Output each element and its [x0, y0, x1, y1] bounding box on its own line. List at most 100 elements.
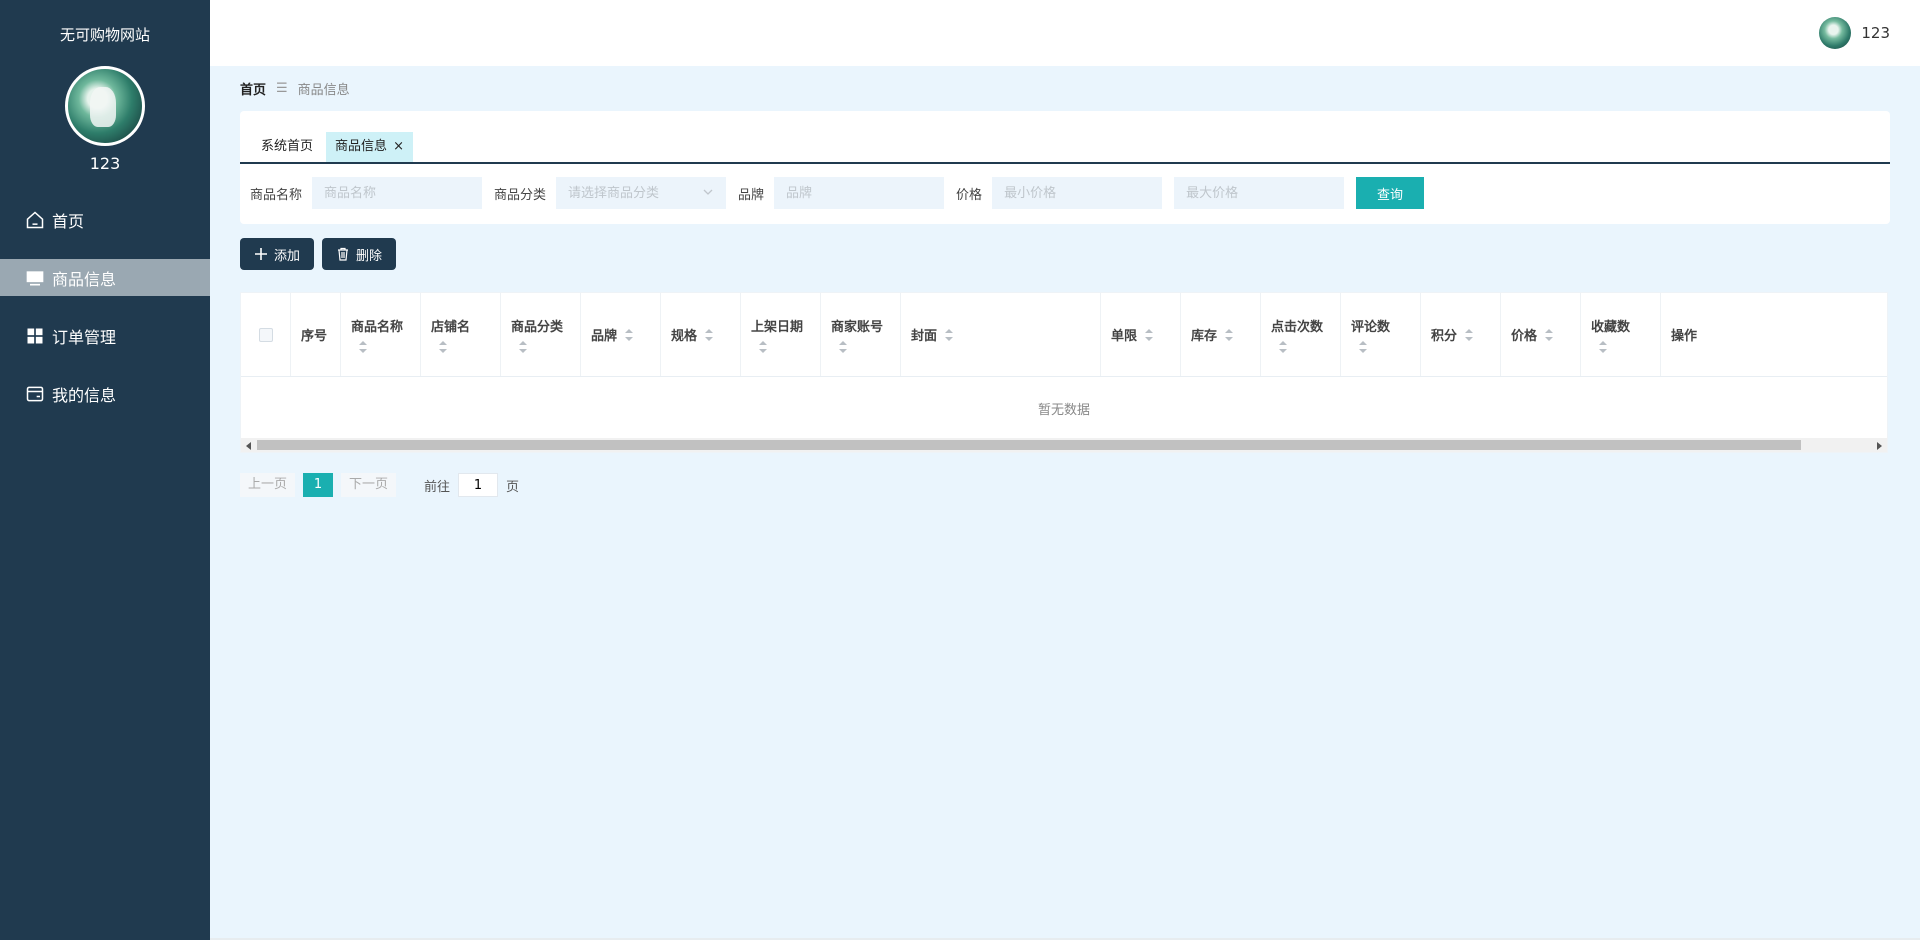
sidebar-item-label: 订单管理: [52, 327, 117, 347]
sort-icon[interactable]: [439, 341, 447, 353]
query-button[interactable]: 查询: [1356, 177, 1425, 209]
sidebar-item-products[interactable]: 商品信息: [0, 259, 210, 296]
breadcrumb: 首页 ☰ 商品信息: [240, 66, 1890, 111]
sort-icon[interactable]: [945, 328, 954, 341]
tab-product-info[interactable]: 商品信息 ×: [326, 132, 414, 162]
sidebar-menu: 首页 商品信息 订单管理 我的信息: [0, 201, 210, 412]
sort-icon[interactable]: [759, 341, 767, 353]
sidebar-item-label: 商品信息: [52, 269, 117, 289]
column-header: 操作: [1671, 329, 1698, 344]
tab-label: 系统首页: [261, 139, 314, 154]
column-header[interactable]: 收藏数: [1581, 293, 1661, 376]
sidebar-item-my-info[interactable]: 我的信息: [0, 375, 210, 412]
column-header[interactable]: 商品分类: [501, 293, 581, 376]
breadcrumb-home[interactable]: 首页: [240, 79, 266, 98]
price-max-input[interactable]: [1174, 177, 1345, 209]
tab-system-home[interactable]: 系统首页: [252, 132, 322, 162]
page-number[interactable]: 1: [303, 473, 334, 497]
column-header[interactable]: 上架日期: [741, 293, 821, 376]
horizontal-scrollbar[interactable]: [241, 438, 1887, 452]
site-brand: 无可购物网站: [59, 26, 150, 44]
sort-icon[interactable]: [1225, 328, 1234, 341]
scroll-right-icon[interactable]: [1877, 442, 1882, 450]
column-header[interactable]: 商品名称: [341, 293, 421, 376]
column-header[interactable]: 价格: [1501, 293, 1581, 376]
column-header[interactable]: 店铺名: [421, 293, 501, 376]
column-header[interactable]: 规格: [661, 293, 741, 376]
column-header[interactable]: 库存: [1181, 293, 1261, 376]
page-unit-label: 页: [506, 479, 520, 495]
scroll-left-icon[interactable]: [246, 442, 251, 450]
column-header[interactable]: 点击次数: [1261, 293, 1341, 376]
sort-icon[interactable]: [1359, 341, 1367, 353]
next-page-button[interactable]: 下一页: [341, 473, 397, 497]
search-panel: 系统首页 商品信息 × 商品名称 商品分类 品牌 价格 查询: [240, 111, 1890, 224]
sort-icon[interactable]: [705, 328, 714, 341]
sort-icon[interactable]: [1279, 341, 1287, 353]
grid-icon: [24, 325, 46, 347]
sort-icon[interactable]: [359, 341, 367, 353]
action-bar: 添加 删除: [240, 238, 1890, 270]
monitor-icon: [24, 267, 46, 289]
sort-icon[interactable]: [1545, 328, 1554, 341]
user-avatar[interactable]: [65, 66, 145, 146]
table-header: 序号 商品名称 店铺名 商品分类 品牌 规格 上架日期 商家账号 封面 单限 库…: [241, 293, 1887, 377]
chevron-down-icon: [703, 189, 713, 195]
delete-button-label: 删除: [356, 248, 383, 264]
id-card-icon: [24, 383, 46, 405]
tab-bar: 系统首页 商品信息 ×: [240, 111, 1890, 164]
sidebar-item-orders[interactable]: 订单管理: [0, 317, 210, 354]
brand-label: 品牌: [738, 187, 765, 203]
header-username: 123: [1861, 24, 1890, 42]
tab-label: 商品信息: [335, 139, 388, 154]
sort-icon[interactable]: [519, 341, 527, 353]
add-button[interactable]: 添加: [240, 238, 315, 270]
goto-label: 前往: [424, 479, 451, 495]
sort-icon[interactable]: [1465, 328, 1474, 341]
close-icon[interactable]: ×: [393, 139, 404, 154]
filter-row: 商品名称 商品分类 品牌 价格 查询: [240, 164, 1890, 222]
select-all-checkbox[interactable]: [258, 327, 273, 342]
column-header[interactable]: 品牌: [581, 293, 661, 376]
product-name-label: 商品名称: [250, 187, 303, 203]
sort-icon[interactable]: [625, 328, 634, 341]
column-header[interactable]: 评论数: [1341, 293, 1421, 376]
sidebar-item-label: 我的信息: [52, 385, 117, 405]
column-header: 序号: [291, 293, 341, 376]
goto-page-input[interactable]: [458, 473, 499, 497]
pagination: 上一页 1 下一页 前往 页: [240, 473, 1890, 497]
column-header[interactable]: 商家账号: [821, 293, 901, 376]
trash-icon: [336, 247, 350, 261]
menu-icon: ☰: [276, 81, 288, 96]
category-select[interactable]: [556, 177, 727, 209]
column-header[interactable]: 封面: [901, 293, 1101, 376]
price-min-input[interactable]: [992, 177, 1163, 209]
plus-icon: [254, 247, 268, 261]
main-content: 首页 ☰ 商品信息 系统首页 商品信息 × 商品名称 商品分类 品牌 价格 查询: [240, 66, 1890, 497]
add-button-label: 添加: [274, 248, 301, 264]
sort-icon[interactable]: [1599, 341, 1607, 353]
category-input[interactable]: [556, 177, 727, 209]
column-header[interactable]: 积分: [1421, 293, 1501, 376]
price-label: 价格: [956, 187, 983, 203]
empty-state: 暂无数据: [1037, 402, 1090, 418]
top-header: 123: [210, 0, 1920, 66]
delete-button[interactable]: 删除: [322, 238, 397, 270]
sidebar-username: 123: [89, 154, 121, 173]
scrollbar-thumb[interactable]: [257, 440, 1801, 450]
product-name-input[interactable]: [312, 177, 483, 209]
product-table: 序号 商品名称 店铺名 商品分类 品牌 规格 上架日期 商家账号 封面 单限 库…: [240, 292, 1888, 453]
header-user[interactable]: 123: [1819, 17, 1890, 49]
brand-input[interactable]: [774, 177, 945, 209]
sort-icon[interactable]: [839, 341, 847, 353]
column-header[interactable]: 单限: [1101, 293, 1181, 376]
sidebar: 无可购物网站 123 首页 商品信息 订单管理 我的信息: [0, 0, 210, 940]
breadcrumb-current: 商品信息: [297, 83, 350, 98]
sort-icon[interactable]: [1145, 328, 1154, 341]
header-avatar[interactable]: [1819, 17, 1852, 49]
prev-page-button[interactable]: 上一页: [240, 473, 296, 497]
sidebar-item-label: 首页: [52, 211, 85, 231]
home-icon: [24, 209, 46, 231]
sidebar-item-home[interactable]: 首页: [0, 201, 210, 238]
category-label: 商品分类: [494, 187, 547, 203]
